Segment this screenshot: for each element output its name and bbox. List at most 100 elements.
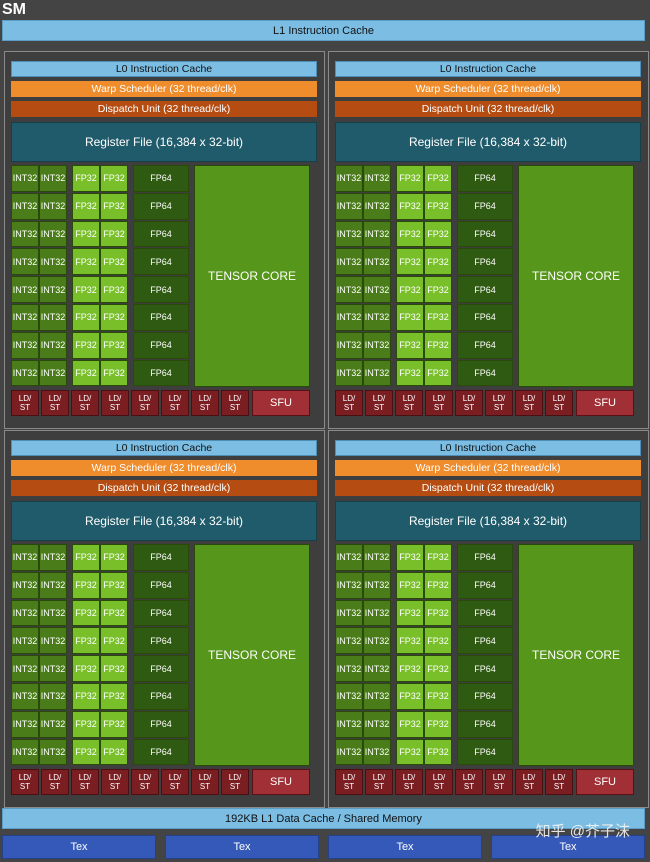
fp32-core: FP32	[72, 599, 100, 627]
int32-core: INT32	[363, 627, 391, 655]
fp32-core: FP32	[424, 683, 452, 710]
fp64-core: FP64	[457, 544, 513, 571]
int32-core: INT32	[11, 627, 39, 655]
int32-core: INT32	[363, 544, 391, 571]
fp32-core: FP32	[424, 599, 452, 627]
fp32-core: FP32	[396, 276, 424, 303]
ld-st-line1: LD/	[168, 773, 182, 782]
dispatch-unit: Dispatch Unit (32 thread/clk)	[11, 480, 317, 496]
int32-core: INT32	[39, 276, 67, 303]
fp64-core: FP64	[133, 276, 189, 303]
ld-st-label: LD/ST	[553, 773, 565, 791]
ld-st-unit: LD/ST	[71, 390, 99, 416]
int32-core: INT32	[335, 248, 363, 276]
fp64-core: FP64	[457, 683, 513, 710]
fp64-core: FP64	[457, 165, 513, 192]
fp32-core: FP32	[72, 627, 100, 655]
ld-st-line2: ST	[139, 403, 151, 412]
ld-st-unit: LD/ST	[221, 769, 249, 795]
ld-st-unit: LD/ST	[101, 390, 129, 416]
ld-st-unit: LD/ST	[11, 390, 39, 416]
fp32-core: FP32	[396, 710, 424, 738]
int32-core: INT32	[335, 304, 363, 331]
fp32-core: FP32	[424, 571, 452, 599]
ld-st-label: LD/ST	[49, 394, 61, 412]
int32-core: INT32	[363, 304, 391, 331]
ld-st-line1: LD/	[522, 773, 536, 782]
ld-st-label: LD/ST	[343, 394, 355, 412]
ld-st-unit: LD/ST	[545, 769, 573, 795]
fp32-core: FP32	[100, 276, 128, 303]
ld-st-line1: LD/	[228, 394, 242, 403]
ld-st-unit: LD/ST	[131, 390, 159, 416]
ld-st-unit: LD/ST	[365, 769, 393, 795]
ld-st-label: LD/ST	[553, 394, 565, 412]
ld-st-line2: ST	[343, 782, 355, 791]
ld-st-unit: LD/ST	[335, 390, 363, 416]
fp64-core: FP64	[133, 683, 189, 710]
ld-st-label: LD/ST	[433, 773, 445, 791]
ld-st-line1: LD/	[228, 773, 242, 782]
fp32-core: FP32	[100, 248, 128, 276]
ld-st-line2: ST	[373, 403, 385, 412]
ld-st-unit: LD/ST	[191, 390, 219, 416]
ld-st-line1: LD/	[432, 394, 446, 403]
ld-st-line2: ST	[523, 403, 535, 412]
ld-st-line2: ST	[169, 782, 181, 791]
ld-st-unit: LD/ST	[191, 769, 219, 795]
ld-st-line2: ST	[19, 782, 31, 791]
ld-st-line2: ST	[523, 782, 535, 791]
fp32-core: FP32	[396, 248, 424, 276]
ld-st-unit: LD/ST	[11, 769, 39, 795]
fp32-core: FP32	[100, 304, 128, 331]
ld-st-unit: LD/ST	[131, 769, 159, 795]
ld-st-line2: ST	[79, 403, 91, 412]
ld-st-line1: LD/	[492, 394, 506, 403]
tensor-core: TENSOR CORE	[194, 165, 310, 387]
l0-instruction-cache: L0 Instruction Cache	[335, 440, 641, 456]
sfu-unit: SFU	[252, 390, 310, 416]
ld-st-unit: LD/ST	[485, 390, 513, 416]
dispatch-unit: Dispatch Unit (32 thread/clk)	[11, 101, 317, 117]
sfu-unit: SFU	[576, 390, 634, 416]
processing-block: L0 Instruction Cache Warp Scheduler (32 t…	[4, 430, 325, 808]
fp32-core: FP32	[396, 331, 424, 359]
int32-core: INT32	[363, 165, 391, 192]
ld-st-label: LD/ST	[109, 394, 121, 412]
warp-scheduler: Warp Scheduler (32 thread/clk)	[335, 81, 641, 97]
ld-st-line2: ST	[553, 782, 565, 791]
fp32-core: FP32	[100, 710, 128, 738]
ld-st-line1: LD/	[18, 773, 32, 782]
tensor-core: TENSOR CORE	[518, 544, 634, 766]
int32-core: INT32	[11, 359, 39, 387]
processing-block: L0 Instruction Cache Warp Scheduler (32 t…	[328, 51, 649, 429]
ld-st-line2: ST	[139, 782, 151, 791]
ld-st-unit: LD/ST	[335, 769, 363, 795]
int32-core: INT32	[11, 248, 39, 276]
fp32-core: FP32	[396, 738, 424, 766]
ld-st-line2: ST	[19, 403, 31, 412]
int32-core: INT32	[39, 304, 67, 331]
int32-core: INT32	[39, 331, 67, 359]
ld-st-label: LD/ST	[49, 773, 61, 791]
ld-st-line2: ST	[403, 403, 415, 412]
ld-st-unit: LD/ST	[515, 769, 543, 795]
ld-st-unit: LD/ST	[161, 390, 189, 416]
int32-core: INT32	[39, 192, 67, 220]
fp32-core: FP32	[100, 599, 128, 627]
fp64-core: FP64	[457, 738, 513, 766]
fp64-core: FP64	[457, 627, 513, 655]
fp32-core: FP32	[396, 220, 424, 248]
ld-st-label: LD/ST	[229, 773, 241, 791]
fp64-core: FP64	[133, 331, 189, 359]
ld-st-line1: LD/	[108, 394, 122, 403]
int32-core: INT32	[39, 220, 67, 248]
ld-st-line2: ST	[49, 782, 61, 791]
int32-core: INT32	[11, 599, 39, 627]
fp64-core: FP64	[457, 248, 513, 276]
ld-st-label: LD/ST	[493, 394, 505, 412]
int32-core: INT32	[39, 599, 67, 627]
ld-st-label: LD/ST	[493, 773, 505, 791]
l0-instruction-cache: L0 Instruction Cache	[335, 61, 641, 77]
fp32-core: FP32	[72, 276, 100, 303]
